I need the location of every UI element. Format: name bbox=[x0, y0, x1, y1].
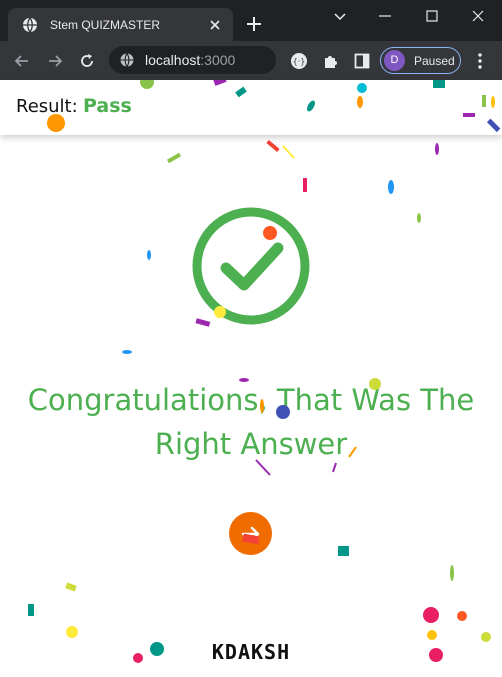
profile-button[interactable]: D Paused bbox=[380, 47, 461, 74]
result-header: Result: Pass bbox=[0, 80, 502, 135]
congratulations-message: Congratulations, That Was The Right Answ… bbox=[0, 378, 502, 466]
brand-logo: KDAKSH bbox=[211, 640, 291, 664]
result-value: Pass bbox=[83, 95, 132, 117]
url-host: localhost bbox=[145, 52, 201, 68]
profile-status: Paused bbox=[414, 53, 455, 68]
svg-text:{·}: {·} bbox=[293, 57, 306, 66]
maximize-icon[interactable] bbox=[422, 6, 442, 26]
url-port: :3000 bbox=[200, 52, 236, 68]
tab-search-icon[interactable] bbox=[330, 6, 350, 26]
more-menu-icon[interactable] bbox=[470, 51, 490, 71]
globe-icon bbox=[23, 17, 37, 32]
new-tab-icon[interactable] bbox=[244, 14, 264, 34]
result-label: Result: bbox=[16, 96, 78, 117]
message-line-2: Right Answer bbox=[154, 427, 348, 461]
success-check-icon bbox=[192, 207, 310, 325]
browser-tab[interactable]: Stem QUIZMASTER bbox=[8, 8, 233, 41]
side-panel-icon[interactable] bbox=[352, 51, 372, 71]
extension-icon[interactable]: {·} bbox=[289, 51, 309, 71]
toolbar: localhost:3000 {·} D Paused bbox=[0, 41, 502, 80]
browser-chrome: Stem QUIZMASTER localhost:3000 {·} D Pau… bbox=[0, 0, 502, 80]
next-button[interactable] bbox=[229, 512, 272, 555]
arrow-right-icon bbox=[241, 526, 259, 541]
tab-title: Stem QUIZMASTER bbox=[50, 17, 161, 32]
close-tab-icon[interactable] bbox=[207, 17, 223, 33]
puzzle-icon[interactable] bbox=[321, 51, 341, 71]
close-window-icon[interactable] bbox=[468, 6, 488, 26]
avatar: D bbox=[384, 50, 405, 71]
site-info-icon[interactable] bbox=[119, 52, 135, 68]
message-line-1: Congratulations, That Was The bbox=[27, 383, 475, 417]
forward-icon[interactable] bbox=[45, 51, 65, 71]
address-bar[interactable]: localhost:3000 bbox=[109, 46, 276, 74]
back-icon[interactable] bbox=[12, 51, 32, 71]
minimize-icon[interactable] bbox=[375, 6, 395, 26]
reload-icon[interactable] bbox=[77, 51, 97, 71]
